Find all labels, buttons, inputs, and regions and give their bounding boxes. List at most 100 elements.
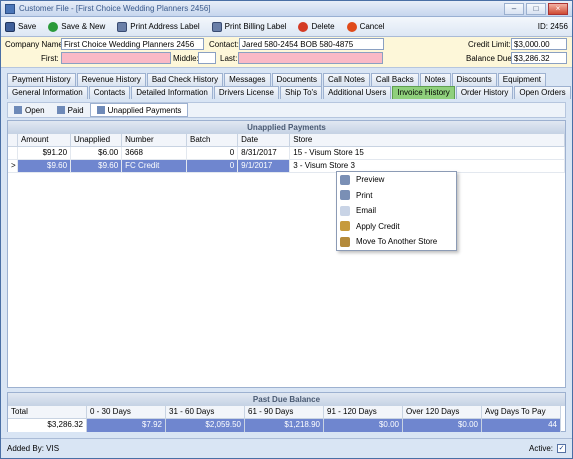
middle-name-field[interactable]	[198, 52, 216, 64]
past-due-col-91-120: 91 - 120 Days	[324, 406, 403, 419]
cancel-label: Cancel	[359, 22, 385, 31]
menu-item-label: Print	[356, 190, 373, 200]
save-new-button[interactable]: Save & New	[48, 21, 106, 32]
subtab-open[interactable]: Open	[8, 103, 51, 117]
save-button[interactable]: Save	[5, 21, 37, 32]
past-due-total: $3,286.32	[8, 419, 87, 432]
print-address-label-button[interactable]: Print Address Label	[117, 21, 200, 32]
plus-icon	[48, 21, 59, 32]
balance-due-label: Balance Due:	[466, 54, 515, 63]
menu-item-label: Apply Credit	[356, 221, 400, 231]
context-menu: Preview Print Email Apply Credit Move To…	[336, 171, 457, 251]
customer-header: Company Name: First Choice Wedding Plann…	[1, 37, 572, 68]
past-due-col-over-120: Over 120 Days	[403, 406, 482, 419]
company-name-label: Company Name:	[5, 40, 66, 49]
tab-drivers-license[interactable]: Drivers License	[213, 86, 280, 99]
tab-contacts[interactable]: Contacts	[88, 86, 131, 99]
save-label: Save	[18, 22, 37, 31]
cell-amount: $9.60	[17, 160, 72, 173]
delete-icon	[298, 21, 309, 32]
cell-batch: 0	[187, 160, 239, 173]
column-header-unapplied[interactable]: Unapplied	[71, 134, 123, 147]
past-due-col-0-30: 0 - 30 Days	[87, 406, 166, 419]
menu-item-print[interactable]: Print	[337, 188, 456, 204]
credit-limit-field[interactable]: $3,000.00	[511, 38, 567, 50]
company-name-field[interactable]: First Choice Wedding Planners 2456	[61, 38, 204, 50]
tab-discounts[interactable]: Discounts	[451, 73, 497, 86]
print-billing-label-button[interactable]: Print Billing Label	[211, 21, 287, 32]
cell-batch: 0	[187, 147, 239, 160]
row-indicator: >	[8, 160, 18, 173]
tab-row-2: General Information Contacts Detailed Info…	[7, 86, 572, 99]
cell-unapplied: $9.60	[71, 160, 123, 173]
maximize-button[interactable]: □	[526, 2, 546, 15]
tab-payment-history[interactable]: Payment History	[7, 73, 76, 86]
print-billing-label: Print Billing Label	[224, 22, 287, 31]
column-header-amount[interactable]: Amount	[17, 134, 72, 147]
printer-icon	[211, 21, 222, 32]
tab-invoice-history[interactable]: Invoice History	[392, 86, 455, 99]
menu-item-move-store[interactable]: Move To Another Store	[337, 234, 456, 250]
tab-bad-check-history[interactable]: Bad Check History	[146, 73, 224, 86]
contact-field[interactable]: Jared 580-2454 BOB 580-4875	[239, 38, 384, 50]
menu-item-preview[interactable]: Preview	[337, 172, 456, 188]
email-icon	[340, 205, 350, 216]
last-name-field[interactable]	[238, 52, 383, 64]
tab-documents[interactable]: Documents	[271, 73, 323, 86]
tab-additional-users[interactable]: Additional Users	[323, 86, 392, 99]
delete-label: Delete	[311, 22, 335, 31]
tab-ship-to-s[interactable]: Ship To's	[280, 86, 323, 99]
print-address-label: Print Address Label	[130, 22, 200, 31]
cell-number: 3668	[122, 147, 188, 160]
tab-equipment[interactable]: Equipment	[497, 73, 546, 86]
past-due-col-avg-days: Avg Days To Pay	[482, 406, 561, 419]
close-button[interactable]: ×	[548, 2, 568, 15]
tab-messages[interactable]: Messages	[224, 73, 271, 86]
past-due-over-120: $0.00	[403, 419, 482, 432]
menu-item-label: Email	[356, 206, 377, 216]
cell-number: FC Credit	[122, 160, 188, 173]
past-due-col-61-90: 61 - 90 Days	[245, 406, 324, 419]
grid-title: Unapplied Payments	[8, 121, 565, 134]
folder-open-icon	[14, 106, 22, 114]
table-row-selected[interactable]: > $9.60 $9.60 FC Credit 0 9/1/2017 3 - V…	[8, 160, 565, 173]
minimize-button[interactable]: –	[504, 2, 524, 15]
subtab-unapplied-payments[interactable]: Unapplied Payments	[89, 103, 189, 117]
tab-notes[interactable]: Notes	[419, 73, 451, 86]
status-bar: Added By: VIS Active: ✓	[1, 438, 572, 458]
column-header-batch[interactable]: Batch	[187, 134, 239, 147]
row-indicator-header	[8, 134, 18, 147]
past-due-31-60: $2,059.50	[166, 419, 245, 432]
printer-icon	[117, 21, 128, 32]
past-due-avg-days: 44	[482, 419, 561, 432]
middle-name-label: Middle:	[173, 54, 199, 63]
menu-item-email[interactable]: Email	[337, 203, 456, 219]
unapplied-payments-grid: Unapplied Payments Amount Unapplied Numb…	[7, 120, 566, 388]
tab-detailed-information[interactable]: Detailed Information	[131, 86, 213, 99]
tab-call-notes[interactable]: Call Notes	[323, 73, 370, 86]
tab-revenue-history[interactable]: Revenue History	[76, 73, 146, 86]
grid-header: Amount Unapplied Number Batch Date Store	[8, 134, 565, 147]
apply-credit-icon	[340, 221, 350, 232]
table-row[interactable]: $91.20 $6.00 3668 0 8/31/2017 15 - Visum…	[8, 147, 565, 160]
past-due-col-31-60: 31 - 60 Days	[166, 406, 245, 419]
tab-call-backs[interactable]: Call Backs	[370, 73, 419, 86]
menu-item-apply-credit[interactable]: Apply Credit	[337, 219, 456, 235]
active-checkbox[interactable]: ✓	[557, 444, 566, 453]
menu-item-label: Move To Another Store	[356, 237, 438, 247]
tab-order-history[interactable]: Order History	[455, 86, 514, 99]
cell-unapplied: $6.00	[71, 147, 123, 160]
tab-open-orders[interactable]: Open Orders	[514, 86, 571, 99]
column-header-store[interactable]: Store	[290, 134, 565, 147]
cancel-button[interactable]: Cancel	[346, 21, 385, 32]
paid-icon	[56, 106, 65, 114]
column-header-number[interactable]: Number	[122, 134, 188, 147]
save-new-label: Save & New	[61, 22, 106, 31]
delete-button[interactable]: Delete	[298, 21, 335, 32]
past-due-91-120: $0.00	[324, 419, 403, 432]
column-header-date[interactable]: Date	[238, 134, 291, 147]
tab-general-information[interactable]: General Information	[7, 86, 88, 99]
contact-label: Contact:	[209, 40, 239, 49]
first-name-field[interactable]	[61, 52, 171, 64]
subtab-paid[interactable]: Paid	[51, 103, 90, 117]
